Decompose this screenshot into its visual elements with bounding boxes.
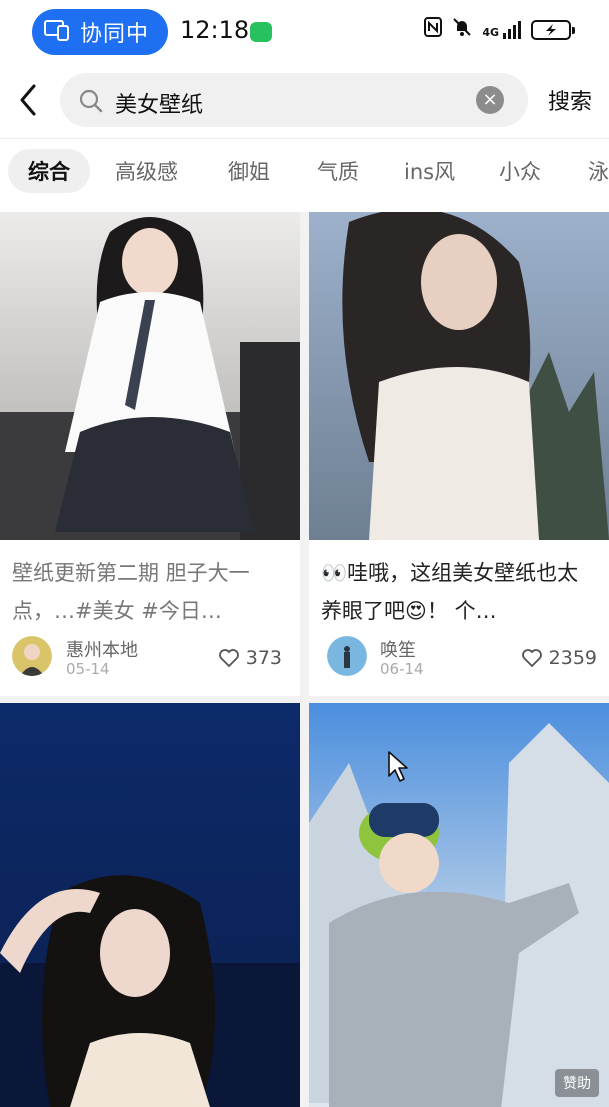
note-card[interactable]: [0, 703, 300, 1107]
network-label: 4G: [482, 25, 499, 39]
clock: 12:18: [180, 16, 250, 44]
post-date: 06-14: [380, 660, 424, 678]
author-name[interactable]: 唤笙: [380, 636, 416, 662]
search-query: 美女壁纸: [115, 93, 204, 118]
eyes-emoji: 👀: [321, 561, 348, 585]
card-photo: [309, 212, 609, 540]
sponsor-badge: 赞助: [555, 1069, 599, 1097]
mute-icon: [452, 17, 472, 42]
back-icon[interactable]: [14, 82, 42, 118]
card-title: 👀哇哦，这组美女壁纸也太养眼了吧😍！ 个…: [321, 561, 579, 623]
heart-eyes-emoji: 😍: [405, 599, 427, 623]
card-photo: [0, 703, 300, 1107]
like-button[interactable]: 2359: [521, 647, 597, 669]
note-card[interactable]: 👀哇哦，这组美女壁纸也太养眼了吧😍！ 个… 唤笙 06-14 2359: [309, 212, 609, 696]
signal-icon: 4G: [482, 20, 521, 39]
battery-icon: [531, 19, 575, 40]
heart-icon: [218, 649, 239, 668]
tab-premium[interactable]: 高级感: [115, 156, 178, 186]
post-date: 05-14: [66, 660, 110, 678]
category-tabs: 综合 高级感 御姐 气质 ins风 小众 泳: [0, 138, 609, 212]
mouse-pointer-icon: [388, 751, 408, 782]
search-button[interactable]: 搜索: [548, 84, 592, 116]
author-name[interactable]: 惠州本地: [66, 636, 138, 662]
note-card[interactable]: 壁纸更新第二期 胆子大一点，…#美女 #今日… 惠州本地 05-14 373: [0, 212, 300, 696]
tab-comprehensive[interactable]: 综合: [8, 149, 90, 193]
tab-mature[interactable]: 御姐: [228, 156, 270, 186]
tab-swim[interactable]: 泳: [588, 156, 609, 186]
card-title: 壁纸更新第二期 胆子大一点，…#美女 #今日…: [12, 561, 250, 623]
status-bar: 协同中 12:18 4G: [0, 0, 609, 62]
note-card[interactable]: 赞助: [309, 703, 609, 1107]
like-button[interactable]: 373: [218, 647, 282, 669]
tab-ins-style[interactable]: ins风: [404, 156, 455, 186]
tab-niche[interactable]: 小众: [499, 156, 541, 186]
avatar: [327, 636, 367, 676]
heart-icon: [521, 649, 542, 668]
like-count: 373: [245, 647, 282, 669]
search-input[interactable]: 美女壁纸 ×: [60, 73, 528, 127]
like-count: 2359: [548, 647, 597, 669]
collab-icon: [44, 19, 70, 45]
wechat-icon: [250, 22, 272, 42]
collab-pill[interactable]: 协同中: [32, 9, 168, 55]
search-icon: [78, 88, 104, 118]
tab-temperament[interactable]: 气质: [317, 156, 359, 186]
clear-icon[interactable]: ×: [476, 86, 504, 114]
card-photo: [309, 703, 609, 1107]
avatar: [12, 636, 52, 676]
collab-label: 协同中: [80, 22, 150, 47]
search-header: 美女壁纸 × 搜索: [0, 62, 609, 138]
card-photo: [0, 212, 300, 540]
nfc-icon: [424, 17, 443, 42]
